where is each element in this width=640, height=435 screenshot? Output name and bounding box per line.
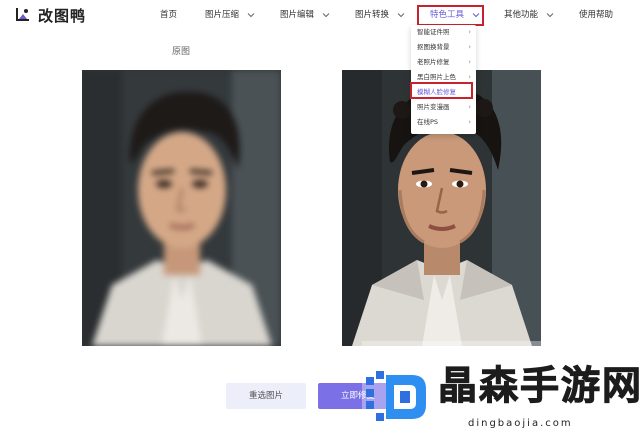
menu-item-label: 在线PS (417, 118, 439, 126)
menu-item-online-ps[interactable]: 在线PS › (411, 115, 476, 130)
special-tools-dropdown: 智能证件照 › 抠图换背景 › 老照片修复 › 黑白照片上色 › 模糊人脸修复 … (411, 25, 476, 134)
menu-item-cartoon[interactable]: 照片变漫画 › (411, 100, 476, 115)
menu-item-label: 黑白照片上色 (417, 73, 456, 81)
reselect-image-button[interactable]: 重选图片 (226, 383, 306, 409)
nav-help[interactable]: 使用帮助 (579, 0, 613, 30)
top-nav: 改图鸭 首页 图片压缩 图片编辑 图片转换 特色工具 其他功能 使用帮助 (0, 0, 640, 30)
nav-compress[interactable]: 图片压缩 (205, 0, 255, 30)
chevron-down-icon (397, 11, 405, 19)
menu-item-label: 照片变漫画 (417, 103, 450, 111)
annotation-box-nav (417, 5, 484, 26)
original-image-label: 原图 (172, 47, 191, 57)
chevron-right-icon: › (468, 28, 471, 36)
nav-edit-label: 图片编辑 (280, 10, 315, 20)
chevron-right-icon: › (468, 58, 471, 66)
nav-convert[interactable]: 图片转换 (355, 0, 405, 30)
logo-text: 改图鸭 (38, 6, 87, 25)
chevron-right-icon: › (468, 103, 471, 111)
app-logo[interactable]: 改图鸭 (14, 5, 86, 25)
menu-item-id-photo[interactable]: 智能证件照 › (411, 25, 476, 40)
logo-icon (14, 6, 32, 24)
chevron-right-icon: › (468, 118, 471, 126)
nav-convert-label: 图片转换 (355, 10, 390, 20)
nav-other[interactable]: 其他功能 (504, 0, 554, 30)
menu-item-label: 老照片修复 (417, 58, 450, 66)
original-photo (82, 70, 281, 346)
chevron-down-icon (247, 11, 255, 19)
chevron-down-icon (546, 11, 554, 19)
menu-item-label: 智能证件照 (417, 28, 450, 36)
nav-home-label: 首页 (160, 10, 178, 20)
watermark-text: 晶森手游网 (437, 364, 640, 410)
annotation-box-menu (410, 82, 473, 99)
menu-item-label: 抠图换背景 (417, 43, 450, 51)
watermark-logo-icon (364, 367, 434, 427)
chevron-right-icon: › (468, 43, 471, 51)
nav-help-label: 使用帮助 (579, 10, 614, 20)
menu-item-old-photo[interactable]: 老照片修复 › (411, 55, 476, 70)
watermark: 晶森手游网 dingbaojia.com (362, 341, 640, 435)
nav-edit[interactable]: 图片编辑 (280, 0, 330, 30)
menu-item-cutout[interactable]: 抠图换背景 › (411, 40, 476, 55)
nav-compress-label: 图片压缩 (205, 10, 240, 20)
nav-other-label: 其他功能 (504, 10, 539, 20)
watermark-url: dingbaojia.com (468, 418, 573, 429)
chevron-down-icon (322, 11, 330, 19)
nav-home[interactable]: 首页 (160, 0, 177, 30)
